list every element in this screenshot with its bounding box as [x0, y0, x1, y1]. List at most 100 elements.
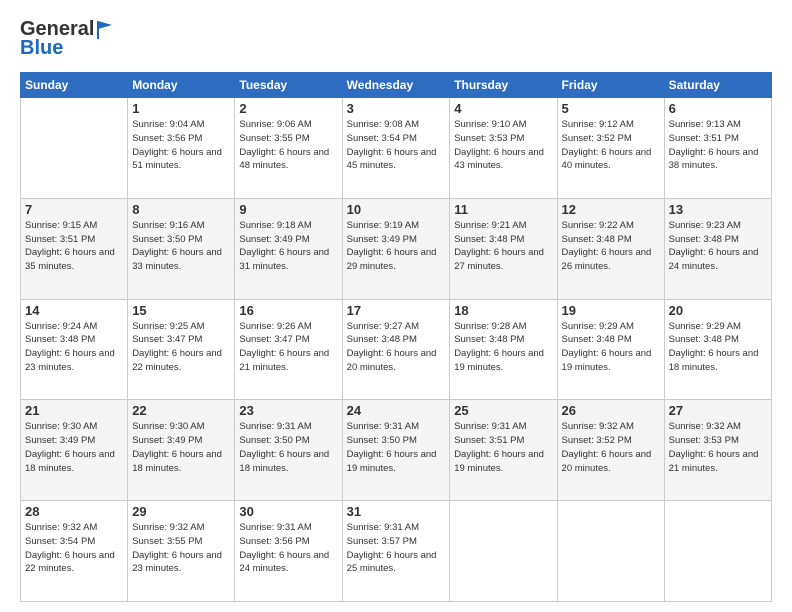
calendar-cell: 8 Sunrise: 9:16 AMSunset: 3:50 PMDaylight… [128, 198, 235, 299]
day-number: 23 [239, 403, 337, 418]
day-number: 12 [562, 202, 660, 217]
day-detail: Sunrise: 9:19 AMSunset: 3:49 PMDaylight:… [347, 219, 446, 274]
page: General Blue SundayMondayTuesdayWednesda… [0, 0, 792, 612]
day-number: 9 [239, 202, 337, 217]
day-detail: Sunrise: 9:08 AMSunset: 3:54 PMDaylight:… [347, 118, 446, 173]
day-number: 4 [454, 101, 552, 116]
calendar-cell [21, 98, 128, 199]
day-detail: Sunrise: 9:28 AMSunset: 3:48 PMDaylight:… [454, 320, 552, 375]
calendar-cell: 14Sunrise: 9:24 AMSunset: 3:48 PMDayligh… [21, 299, 128, 400]
calendar-cell: 21 Sunrise: 9:30 AMSunset: 3:49 PMDayligh… [21, 400, 128, 501]
day-detail: Sunrise: 9:32 AMSunset: 3:55 PMDaylight:… [132, 521, 230, 576]
weekday-header-thursday: Thursday [450, 73, 557, 98]
week-row-5: 28 Sunrise: 9:32 AMSunset: 3:54 PMDayligh… [21, 501, 772, 602]
day-number: 20 [669, 303, 767, 318]
day-number: 10 [347, 202, 446, 217]
day-detail: Sunrise: 9:32 AMSunset: 3:52 PMDaylight:… [562, 420, 660, 475]
day-detail: Sunrise: 9:16 AMSunset: 3:50 PMDaylight:… [132, 219, 230, 274]
day-detail: Sunrise: 9:31 AMSunset: 3:50 PMDaylight:… [239, 420, 337, 475]
day-detail: Sunrise: 9:30 AMSunset: 3:49 PMDaylight:… [25, 420, 123, 475]
calendar-cell: 31 Sunrise: 9:31 AMSunset: 3:57 PMDayligh… [342, 501, 450, 602]
calendar-cell: 28 Sunrise: 9:32 AMSunset: 3:54 PMDayligh… [21, 501, 128, 602]
day-detail: Sunrise: 9:23 AMSunset: 3:48 PMDaylight:… [669, 219, 767, 274]
week-row-3: 14Sunrise: 9:24 AMSunset: 3:48 PMDayligh… [21, 299, 772, 400]
day-detail: Sunrise: 9:21 AMSunset: 3:48 PMDaylight:… [454, 219, 552, 274]
weekday-header-monday: Monday [128, 73, 235, 98]
calendar-cell: 30Sunrise: 9:31 AMSunset: 3:56 PMDayligh… [235, 501, 342, 602]
calendar-cell [664, 501, 771, 602]
calendar-cell: 5 Sunrise: 9:12 AMSunset: 3:52 PMDaylight… [557, 98, 664, 199]
week-row-4: 21 Sunrise: 9:30 AMSunset: 3:49 PMDayligh… [21, 400, 772, 501]
calendar-cell: 23 Sunrise: 9:31 AMSunset: 3:50 PMDayligh… [235, 400, 342, 501]
week-row-1: 1 Sunrise: 9:04 AMSunset: 3:56 PMDaylight… [21, 98, 772, 199]
day-detail: Sunrise: 9:15 AMSunset: 3:51 PMDaylight:… [25, 219, 123, 274]
calendar-cell: 12 Sunrise: 9:22 AMSunset: 3:48 PMDayligh… [557, 198, 664, 299]
weekday-header-tuesday: Tuesday [235, 73, 342, 98]
weekday-header-wednesday: Wednesday [342, 73, 450, 98]
calendar-cell: 16Sunrise: 9:26 AMSunset: 3:47 PMDayligh… [235, 299, 342, 400]
day-number: 15 [132, 303, 230, 318]
calendar-cell: 7 Sunrise: 9:15 AMSunset: 3:51 PMDaylight… [21, 198, 128, 299]
calendar-cell [450, 501, 557, 602]
day-detail: Sunrise: 9:26 AMSunset: 3:47 PMDaylight:… [239, 320, 337, 375]
day-detail: Sunrise: 9:31 AMSunset: 3:57 PMDaylight:… [347, 521, 446, 576]
logo: General Blue [20, 18, 114, 60]
day-detail: Sunrise: 9:24 AMSunset: 3:48 PMDaylight:… [25, 320, 123, 375]
weekday-header-row: SundayMondayTuesdayWednesdayThursdayFrid… [21, 73, 772, 98]
day-number: 19 [562, 303, 660, 318]
day-detail: Sunrise: 9:27 AMSunset: 3:48 PMDaylight:… [347, 320, 446, 375]
day-number: 2 [239, 101, 337, 116]
day-detail: Sunrise: 9:22 AMSunset: 3:48 PMDaylight:… [562, 219, 660, 274]
header: General Blue [20, 18, 772, 60]
calendar-cell: 19Sunrise: 9:29 AMSunset: 3:48 PMDayligh… [557, 299, 664, 400]
day-detail: Sunrise: 9:04 AMSunset: 3:56 PMDaylight:… [132, 118, 230, 173]
day-number: 27 [669, 403, 767, 418]
calendar-cell: 25 Sunrise: 9:31 AMSunset: 3:51 PMDayligh… [450, 400, 557, 501]
day-detail: Sunrise: 9:25 AMSunset: 3:47 PMDaylight:… [132, 320, 230, 375]
day-number: 25 [454, 403, 552, 418]
calendar-cell: 3 Sunrise: 9:08 AMSunset: 3:54 PMDaylight… [342, 98, 450, 199]
day-number: 11 [454, 202, 552, 217]
day-number: 13 [669, 202, 767, 217]
day-number: 29 [132, 504, 230, 519]
calendar-cell: 29 Sunrise: 9:32 AMSunset: 3:55 PMDayligh… [128, 501, 235, 602]
calendar-cell: 9 Sunrise: 9:18 AMSunset: 3:49 PMDaylight… [235, 198, 342, 299]
day-number: 21 [25, 403, 123, 418]
day-number: 18 [454, 303, 552, 318]
day-number: 17 [347, 303, 446, 318]
calendar-cell: 2Sunrise: 9:06 AMSunset: 3:55 PMDaylight… [235, 98, 342, 199]
calendar-cell: 10 Sunrise: 9:19 AMSunset: 3:49 PMDayligh… [342, 198, 450, 299]
day-detail: Sunrise: 9:13 AMSunset: 3:51 PMDaylight:… [669, 118, 767, 173]
calendar-cell: 4 Sunrise: 9:10 AMSunset: 3:53 PMDaylight… [450, 98, 557, 199]
day-detail: Sunrise: 9:32 AMSunset: 3:53 PMDaylight:… [669, 420, 767, 475]
day-number: 26 [562, 403, 660, 418]
day-number: 3 [347, 101, 446, 116]
day-detail: Sunrise: 9:32 AMSunset: 3:54 PMDaylight:… [25, 521, 123, 576]
day-detail: Sunrise: 9:29 AMSunset: 3:48 PMDaylight:… [669, 320, 767, 375]
day-detail: Sunrise: 9:31 AMSunset: 3:56 PMDaylight:… [239, 521, 337, 576]
calendar-cell: 27 Sunrise: 9:32 AMSunset: 3:53 PMDayligh… [664, 400, 771, 501]
day-number: 5 [562, 101, 660, 116]
day-number: 7 [25, 202, 123, 217]
calendar-cell: 20 Sunrise: 9:29 AMSunset: 3:48 PMDayligh… [664, 299, 771, 400]
weekday-header-friday: Friday [557, 73, 664, 98]
day-number: 31 [347, 504, 446, 519]
day-detail: Sunrise: 9:30 AMSunset: 3:49 PMDaylight:… [132, 420, 230, 475]
day-detail: Sunrise: 9:18 AMSunset: 3:49 PMDaylight:… [239, 219, 337, 274]
week-row-2: 7 Sunrise: 9:15 AMSunset: 3:51 PMDaylight… [21, 198, 772, 299]
calendar-cell: 13 Sunrise: 9:23 AMSunset: 3:48 PMDayligh… [664, 198, 771, 299]
weekday-header-saturday: Saturday [664, 73, 771, 98]
day-number: 8 [132, 202, 230, 217]
day-detail: Sunrise: 9:10 AMSunset: 3:53 PMDaylight:… [454, 118, 552, 173]
day-number: 24 [347, 403, 446, 418]
day-detail: Sunrise: 9:12 AMSunset: 3:52 PMDaylight:… [562, 118, 660, 173]
day-number: 28 [25, 504, 123, 519]
calendar-cell: 15 Sunrise: 9:25 AMSunset: 3:47 PMDayligh… [128, 299, 235, 400]
day-detail: Sunrise: 9:31 AMSunset: 3:51 PMDaylight:… [454, 420, 552, 475]
day-number: 1 [132, 101, 230, 116]
weekday-header-sunday: Sunday [21, 73, 128, 98]
calendar-cell: 17 Sunrise: 9:27 AMSunset: 3:48 PMDayligh… [342, 299, 450, 400]
calendar-cell: 18 Sunrise: 9:28 AMSunset: 3:48 PMDayligh… [450, 299, 557, 400]
calendar-cell: 11 Sunrise: 9:21 AMSunset: 3:48 PMDayligh… [450, 198, 557, 299]
logo-flag-icon [96, 19, 114, 41]
